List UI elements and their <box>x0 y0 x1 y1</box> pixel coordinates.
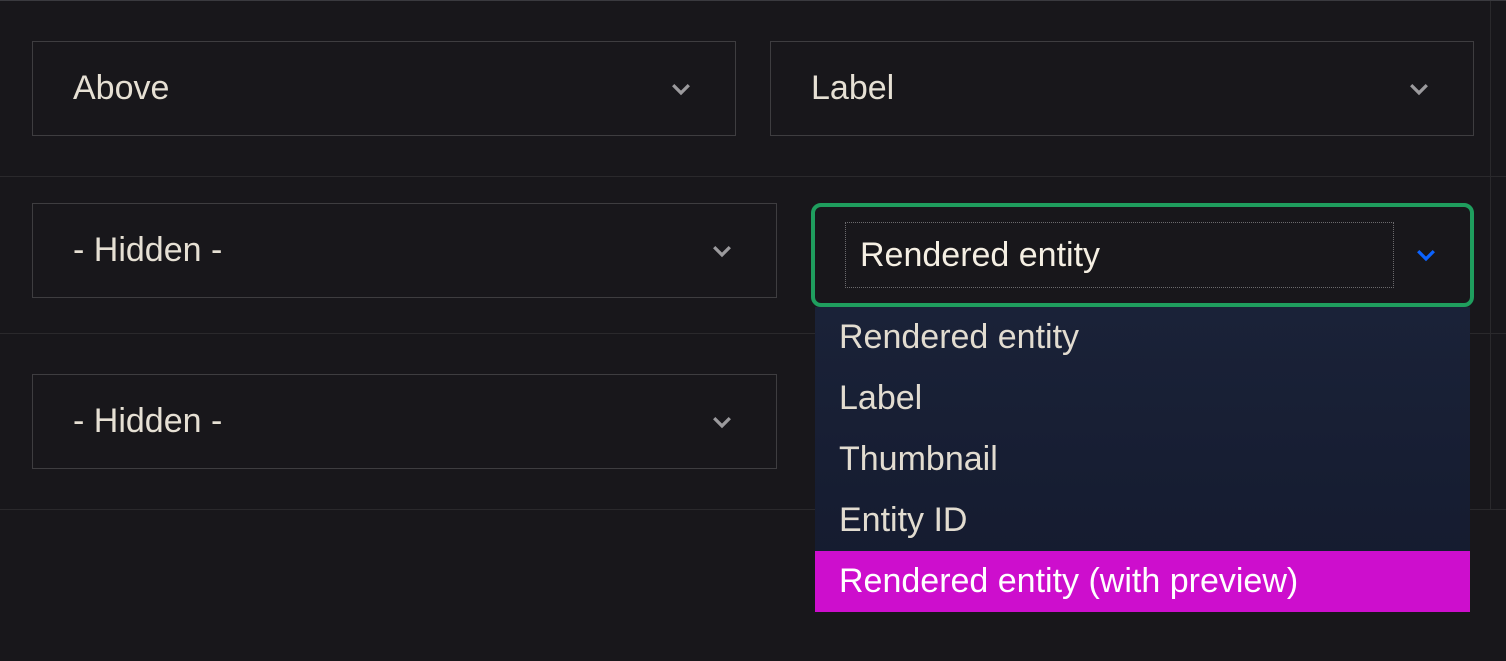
chevron-down-icon <box>1405 75 1433 103</box>
label-position-select[interactable]: - Hidden - <box>32 374 777 469</box>
chevron-down-icon <box>1412 241 1440 269</box>
dropdown-option[interactable]: Label <box>815 368 1470 429</box>
dropdown-option[interactable]: Entity ID <box>815 490 1470 551</box>
dropdown-option[interactable]: Thumbnail <box>815 429 1470 490</box>
dropdown-options-panel: Rendered entity Label Thumbnail Entity I… <box>815 307 1470 612</box>
chevron-down-icon <box>708 237 736 265</box>
select-value: Label <box>811 69 894 108</box>
dropdown-option[interactable]: Rendered entity <box>815 307 1470 368</box>
dropdown-current-value: Rendered entity <box>860 236 1100 275</box>
row-cap <box>1490 177 1506 333</box>
formatter-dropdown-wrap: Rendered entity Rendered entity Label Th… <box>811 203 1474 307</box>
select-value: Above <box>73 69 169 108</box>
config-row-0: Above Label <box>0 1 1506 177</box>
config-row-1: - Hidden - Rendered entity Rendered enti… <box>0 177 1506 334</box>
row-cap <box>1490 334 1506 509</box>
row-cap <box>1490 1 1506 176</box>
select-value: - Hidden - <box>73 402 222 441</box>
select-value: - Hidden - <box>73 231 222 270</box>
chevron-down-icon <box>708 408 736 436</box>
dropdown-input[interactable]: Rendered entity <box>845 222 1394 288</box>
label-position-select[interactable]: Above <box>32 41 736 136</box>
chevron-down-icon <box>667 75 695 103</box>
dropdown-option-highlighted[interactable]: Rendered entity (with preview) <box>815 551 1470 612</box>
formatter-select-open[interactable]: Rendered entity <box>811 203 1474 307</box>
label-position-select[interactable]: - Hidden - <box>32 203 777 298</box>
formatter-select[interactable]: Label <box>770 41 1474 136</box>
